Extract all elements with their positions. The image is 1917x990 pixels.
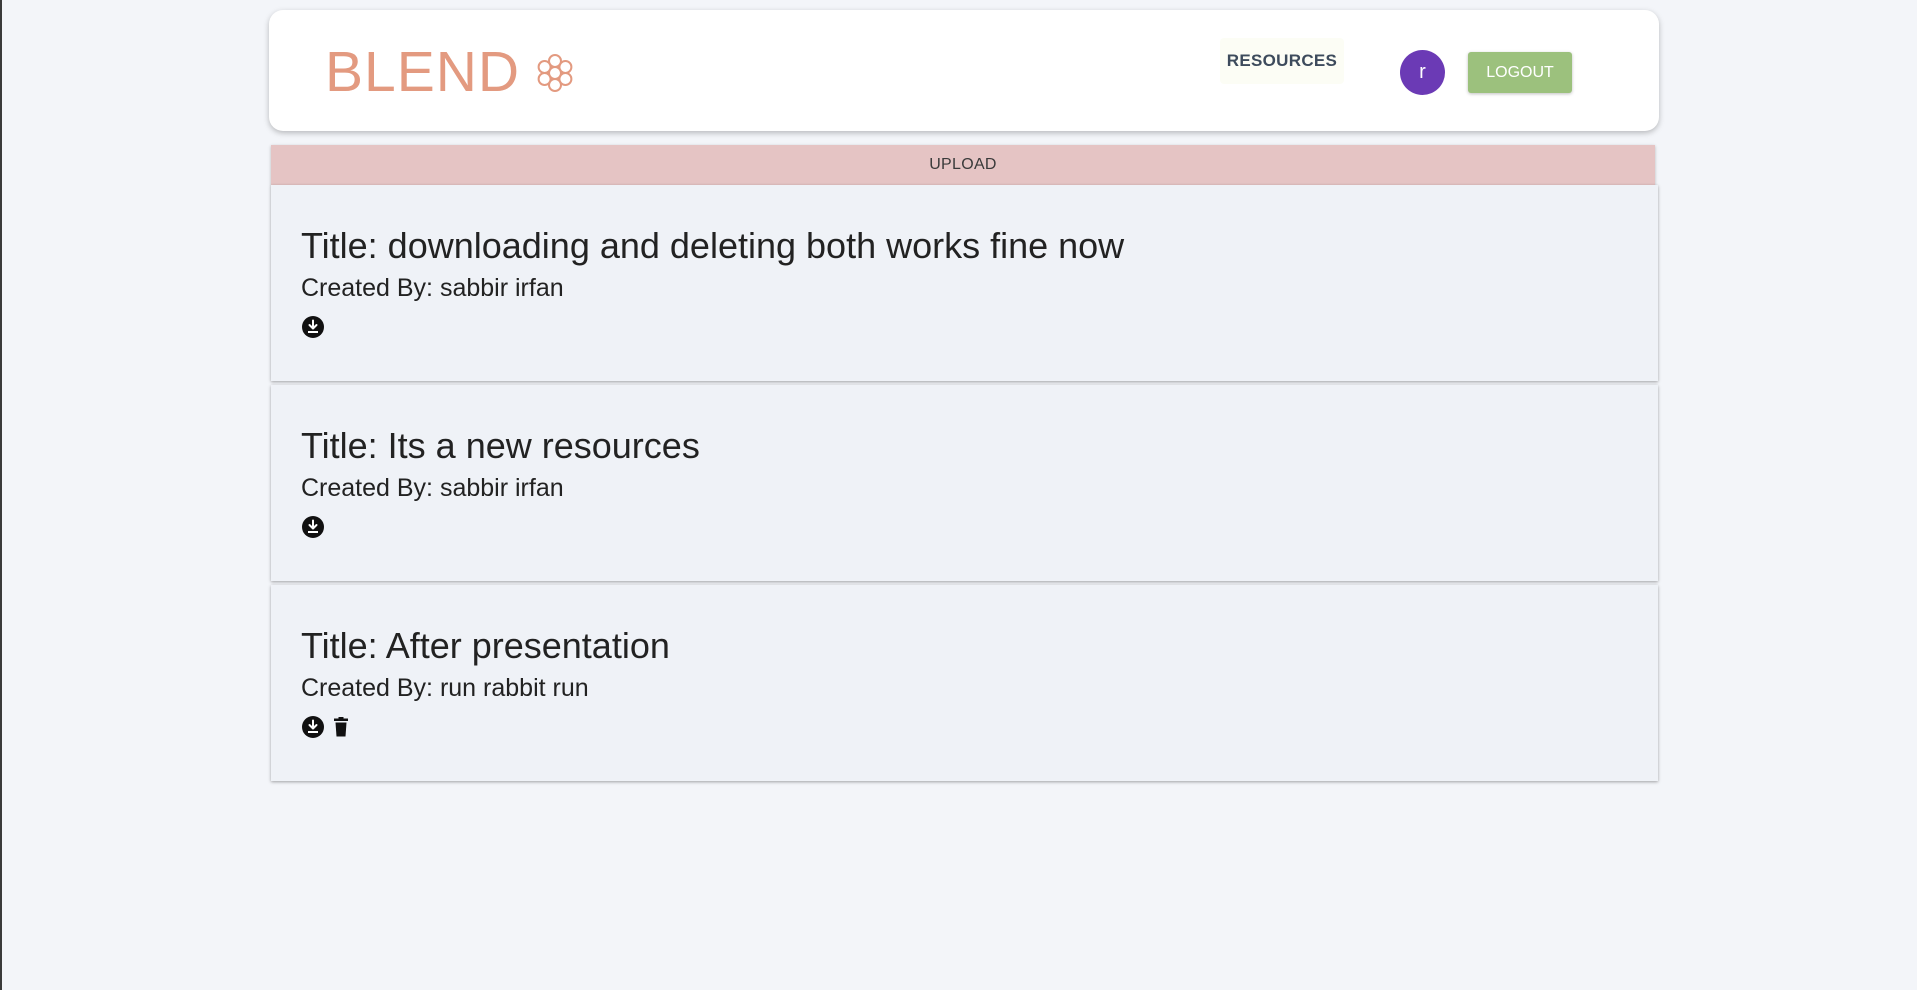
download-icon[interactable] <box>301 315 325 339</box>
avatar[interactable]: r <box>1400 50 1445 95</box>
upload-button[interactable]: UPLOAD <box>271 145 1655 185</box>
window-edge <box>0 0 2 990</box>
resource-title: Title: downloading and deleting both wor… <box>301 225 1125 266</box>
logout-button[interactable]: LOGOUT <box>1468 52 1572 93</box>
brand[interactable]: BLEND <box>325 44 576 101</box>
navbar: BLEND RESOURCES r LOGOUT <box>269 10 1659 131</box>
flower-logo-icon <box>537 53 573 92</box>
nav-resources-link[interactable]: RESOURCES <box>1220 38 1344 84</box>
download-icon[interactable] <box>301 715 325 739</box>
resource-actions <box>301 715 353 739</box>
brand-name: BLEND <box>325 40 521 104</box>
resource-card: Title: After presentation Created By: ru… <box>271 585 1658 781</box>
resource-author: Created By: run rabbit run <box>301 674 589 702</box>
resource-actions <box>301 315 325 339</box>
resource-title: Title: Its a new resources <box>301 425 700 466</box>
resource-author: Created By: sabbir irfan <box>301 474 564 502</box>
resource-card: Title: Its a new resources Created By: s… <box>271 385 1658 581</box>
download-icon[interactable] <box>301 515 325 539</box>
resource-list: Title: downloading and deleting both wor… <box>269 185 1659 781</box>
resource-card: Title: downloading and deleting both wor… <box>271 185 1658 381</box>
resource-author: Created By: sabbir irfan <box>301 274 564 302</box>
resource-title: Title: After presentation <box>301 625 670 666</box>
resource-actions <box>301 515 325 539</box>
page-container: BLEND RESOURCES r LOGOUT UPLOAD Title: d… <box>269 10 1659 785</box>
trash-icon[interactable] <box>329 715 353 739</box>
